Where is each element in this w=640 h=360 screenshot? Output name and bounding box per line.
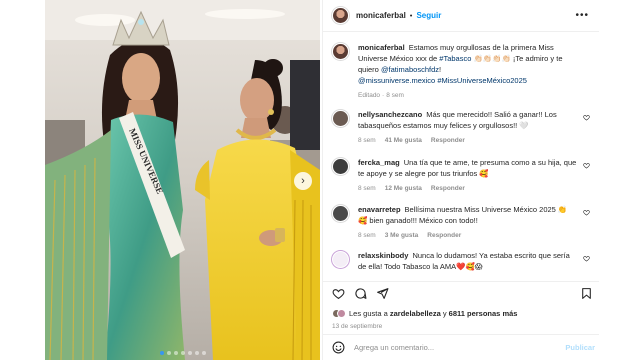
comment-item: enavarretep Bellísima nuestra Miss Univer… bbox=[332, 204, 594, 241]
follow-button[interactable]: Seguir bbox=[416, 11, 441, 20]
comment-icon[interactable] bbox=[354, 287, 367, 300]
photo-illustration: MISS UNIVERSE bbox=[45, 0, 320, 360]
comment-item: fercka_mag Una tía que te ame, te presuma… bbox=[332, 157, 594, 194]
hashtag-link[interactable]: #Tabasco bbox=[439, 54, 471, 63]
caption-username[interactable]: monicaferbal bbox=[358, 43, 405, 52]
caption-text: ! bbox=[439, 65, 442, 74]
comment-time: 8 sem bbox=[358, 137, 376, 144]
reply-button[interactable]: Responder bbox=[431, 137, 465, 144]
carousel-dot bbox=[166, 351, 171, 355]
heart-icon[interactable] bbox=[332, 287, 345, 300]
carousel-dot bbox=[194, 351, 199, 355]
commenter-avatar[interactable] bbox=[332, 205, 349, 222]
emoji-icon[interactable] bbox=[332, 341, 345, 354]
liked-by-user[interactable]: zardelabelleza bbox=[390, 309, 441, 318]
comment-meta: 8 sem 12 Me gusta Responder bbox=[358, 183, 578, 194]
bookmark-icon[interactable] bbox=[580, 287, 593, 300]
carousel-indicator bbox=[45, 351, 320, 355]
comment-likes[interactable]: 12 Me gusta bbox=[385, 185, 422, 192]
carousel-dot bbox=[187, 351, 192, 355]
more-horizontal-icon[interactable]: ••• bbox=[575, 10, 589, 21]
reply-button[interactable]: Responder bbox=[431, 185, 465, 192]
carousel-next-button[interactable]: › bbox=[294, 172, 312, 190]
instagram-post-view: MISS UNIVERSE › monicaferbal • Seguir ••… bbox=[0, 0, 640, 360]
comment-username[interactable]: nellysanchezcano bbox=[358, 110, 422, 119]
likes-summary[interactable]: Les gusta a zardelabelleza y 6811 person… bbox=[332, 309, 517, 318]
author-avatar[interactable] bbox=[332, 7, 349, 24]
comment-composer: Publicar bbox=[323, 334, 599, 360]
comment-item: nellysanchezcano Más que merecido!! Salió… bbox=[332, 109, 594, 146]
publish-button[interactable]: Publicar bbox=[565, 343, 595, 352]
liked-by-count[interactable]: 6811 personas más bbox=[449, 309, 518, 318]
post-date: 13 de septiembre bbox=[332, 323, 383, 330]
header-separator: • bbox=[409, 11, 413, 20]
hashtag-link[interactable]: #MissUniverseMéxico2025 bbox=[437, 76, 527, 85]
heart-icon[interactable] bbox=[583, 255, 590, 262]
commenter-avatar[interactable] bbox=[332, 158, 349, 175]
post-side-panel: monicaferbal • Seguir ••• monicaferbal Es… bbox=[322, 0, 599, 360]
reply-button[interactable]: Responder bbox=[427, 232, 461, 239]
mention-link[interactable]: @missuniverse.mexico bbox=[358, 76, 435, 85]
carousel-dot bbox=[173, 351, 178, 355]
post-actions: Les gusta a zardelabelleza y 6811 person… bbox=[323, 281, 599, 333]
edited-label: Editado bbox=[358, 92, 381, 99]
comment-meta: 8 sem 41 Me gusta Responder bbox=[358, 135, 578, 146]
comment-meta: 8 sem 3 Me gusta Responder bbox=[358, 230, 578, 241]
caption-time: 8 sem bbox=[386, 92, 404, 99]
comment-input[interactable] bbox=[354, 343, 544, 352]
share-icon[interactable] bbox=[376, 287, 389, 300]
comment-time: 8 sem bbox=[358, 185, 376, 192]
likes-text: Les gusta a zardelabelleza y 6811 person… bbox=[349, 309, 518, 318]
carousel-dot bbox=[180, 351, 185, 355]
carousel-dot bbox=[159, 351, 164, 355]
liker-avatar bbox=[337, 309, 346, 318]
comment-time: 8 sem bbox=[358, 232, 376, 239]
post-caption: monicaferbal Estamos muy orgullosas de la… bbox=[332, 42, 594, 101]
author-username[interactable]: monicaferbal bbox=[356, 11, 406, 20]
heart-icon[interactable] bbox=[583, 209, 590, 216]
post-photo[interactable]: MISS UNIVERSE › bbox=[45, 0, 320, 360]
post-header: monicaferbal • Seguir ••• bbox=[323, 0, 599, 32]
comment-username[interactable]: enavarretep bbox=[358, 205, 401, 214]
comments-list[interactable]: monicaferbal Estamos muy orgullosas de la… bbox=[323, 33, 599, 281]
comment-item: relaxskinbody Nunca lo dudamos! Ya estaba… bbox=[332, 250, 594, 272]
carousel-dot bbox=[201, 351, 206, 355]
comment-username[interactable]: fercka_mag bbox=[358, 158, 400, 167]
heart-icon[interactable] bbox=[583, 114, 590, 121]
author-avatar[interactable] bbox=[332, 43, 349, 60]
heart-icon[interactable] bbox=[583, 162, 590, 169]
commenter-avatar[interactable] bbox=[332, 110, 349, 127]
comment-username[interactable]: relaxskinbody bbox=[358, 251, 408, 260]
mention-link[interactable]: @fatimaboschfdz bbox=[381, 65, 439, 74]
caption-meta: Editado · 8 sem bbox=[358, 90, 578, 101]
meta-dot: · bbox=[382, 92, 385, 99]
comment-likes[interactable]: 3 Me gusta bbox=[385, 232, 419, 239]
commenter-avatar[interactable] bbox=[332, 251, 349, 268]
comment-likes[interactable]: 41 Me gusta bbox=[385, 137, 422, 144]
